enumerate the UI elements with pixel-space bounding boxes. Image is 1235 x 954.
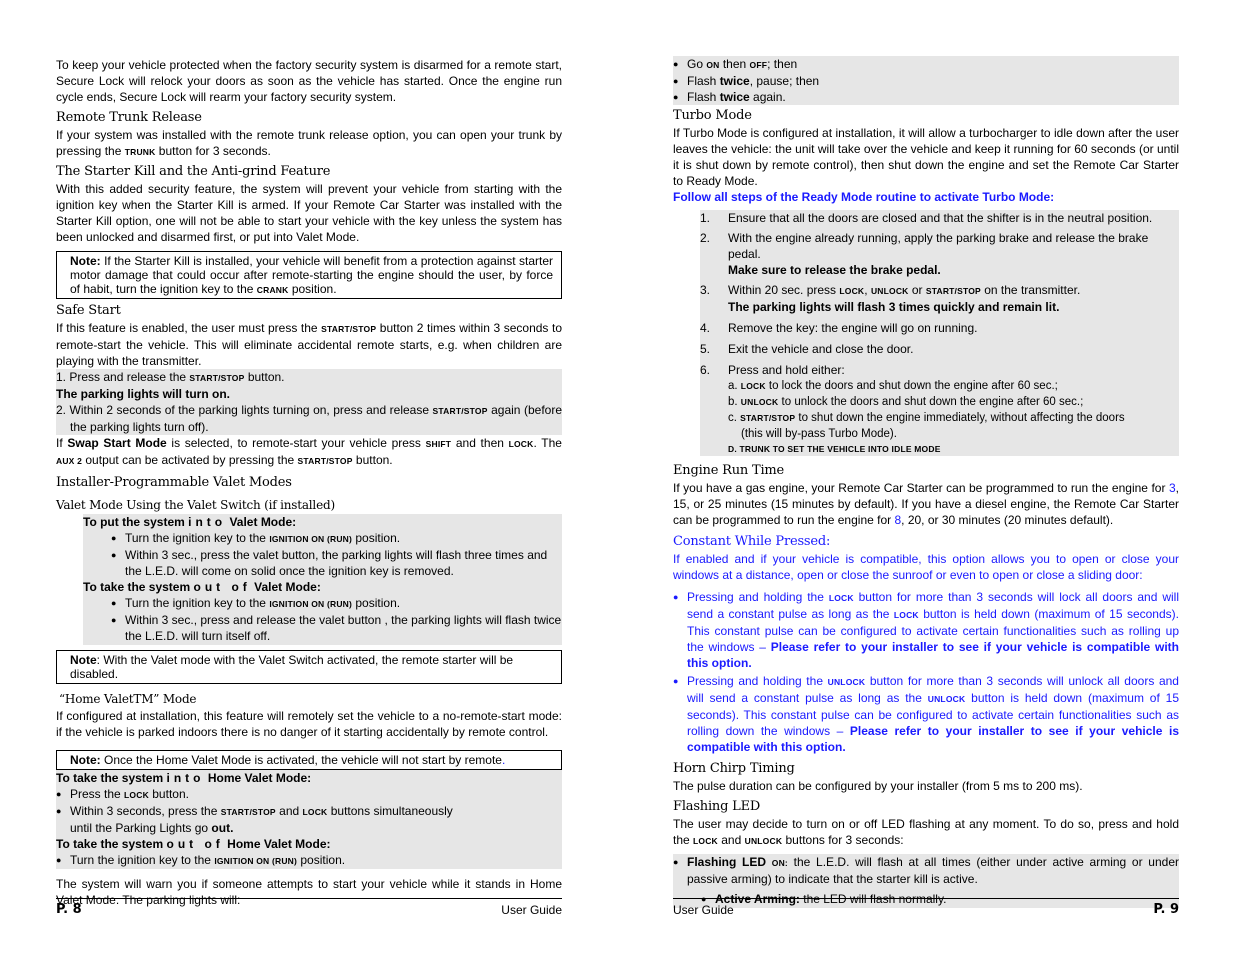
trunk-key: TRUNK <box>124 147 156 157</box>
home-valet-bullet-2: Within 3 seconds, press the START/STOP a… <box>56 803 562 836</box>
safe-start-steps: 1. Press and release the START/STOP butt… <box>56 369 562 435</box>
home-valet-bullet-3: Turn the ignition key to the IGNITION ON… <box>56 852 562 869</box>
turbo-option-c: c. START/STOP to shut down the engine im… <box>728 412 1125 424</box>
home-valet-instructions: To take the system into Home Valet Mode:… <box>56 770 562 869</box>
turbo-steps: 1. Ensure that all the doors are closed a… <box>700 210 1179 456</box>
safe-start-step-1-result: The parking lights will turn on. <box>56 387 230 401</box>
valet-into-title: To put the system into Valet Mode: <box>83 515 297 529</box>
heading-flashing-led: Flashing LED <box>673 799 761 814</box>
turbo-option-a: a. LOCK to lock the doors and shut down … <box>728 380 1058 392</box>
warn-bullet-1: Go ON then OFF; then <box>673 56 1179 73</box>
heading-safe-start: Safe Start <box>56 303 121 318</box>
swap-start-paragraph: If Swap Start Mode is selected, to remot… <box>56 436 562 467</box>
horn-paragraph: The pulse duration can be configured by … <box>673 779 1083 793</box>
warn-bullet-2: Flash twice, pause; then <box>673 73 1179 89</box>
turbo-instruction: Follow all steps of the Ready Mode routi… <box>673 190 1055 204</box>
page-9-footer: User Guide P. 9 <box>673 898 1179 923</box>
heading-home-valet: “Home ValetTM” Mode <box>59 692 197 706</box>
heading-engine-run-time: Engine Run Time <box>673 463 785 478</box>
home-valet-bullet-1: Press the LOCK button. <box>56 786 562 803</box>
heading-valet-modes: Installer-Programmable Valet Modes <box>56 475 292 490</box>
valet-out-title: To take the system out of Valet Mode: <box>83 580 321 594</box>
page-number: P. 9 <box>1153 902 1179 917</box>
valet-into-bullet-1: Turn the ignition key to the IGNITION ON… <box>111 530 562 547</box>
heading-remote-trunk-release: Remote Trunk Release <box>56 110 202 125</box>
page-number: P. 8 <box>56 902 82 917</box>
subheading-valet-switch: Valet Mode Using the Valet Switch (if in… <box>56 498 335 512</box>
trunk-paragraph: If your system was installed with the re… <box>56 128 562 158</box>
heading-horn-chirp-timing: Horn Chirp Timing <box>673 761 795 776</box>
footer-title: User Guide <box>501 903 562 917</box>
safe-start-paragraph: If this feature is enabled, the user mus… <box>56 321 562 368</box>
turbo-step-1: 1. Ensure that all the doors are closed a… <box>700 211 1153 225</box>
home-valet-paragraph: If configured at installation, this feat… <box>56 709 562 739</box>
home-valet-out-title: To take the system out of Home Valet Mod… <box>56 837 331 851</box>
turbo-step-5: 5. Exit the vehicle and close the door. <box>700 342 914 356</box>
starter-kill-paragraph: With this added security feature, the sy… <box>56 182 562 244</box>
led-bullet-on: Flashing LED ON: the L.E.D. will flash a… <box>673 854 1179 887</box>
valet-switch-instructions: To put the system into Valet Mode: Turn … <box>83 514 562 645</box>
constant-list: Pressing and holding the LOCK button for… <box>673 589 1179 755</box>
parking-lights-warning-list: Go ON then OFF; then Flash twice, pause;… <box>673 56 1179 105</box>
led-paragraph: The user may decide to turn on or off LE… <box>673 817 1179 847</box>
turbo-option-d: D. TRUNK TO SET THE VEHICLE INTO IDLE MO… <box>728 444 941 454</box>
home-valet-into-title: To take the system into Home Valet Mode: <box>56 771 312 785</box>
starter-kill-note: Note: If the Starter Kill is installed, … <box>56 251 562 299</box>
turbo-step-6: 6. Press and hold either: a. LOCK to loc… <box>700 363 1125 454</box>
valet-switch-note: Note: With the Valet mode with the Valet… <box>56 650 562 684</box>
intro-paragraph: To keep your vehicle protected when the … <box>56 58 562 104</box>
valet-out-bullet-1: Turn the ignition key to the IGNITION ON… <box>111 595 562 612</box>
turbo-option-b: b. UNLOCK to unlock the doors and shut d… <box>728 396 1084 408</box>
constant-paragraph: If enabled and if your vehicle is compat… <box>673 552 1179 582</box>
safe-start-step-1: 1. Press and release the START/STOP butt… <box>56 370 285 384</box>
turbo-step-2: 2. With the engine already running, apply… <box>700 231 1149 277</box>
engine-run-paragraph: If you have a gas engine, your Remote Ca… <box>673 481 1179 527</box>
heading-constant-while-pressed: Constant While Pressed: <box>673 534 831 549</box>
home-valet-note: Note: Once the Home Valet Mode is activa… <box>56 750 562 770</box>
footer-title: User Guide <box>673 903 734 917</box>
warn-bullet-3: Flash twice again. <box>673 89 1179 105</box>
constant-bullet-lock: Pressing and holding the LOCK button for… <box>673 589 1179 671</box>
turbo-paragraph: If Turbo Mode is configured at installat… <box>673 126 1179 188</box>
page-8-footer: P. 8 User Guide <box>56 898 562 923</box>
constant-bullet-unlock: Pressing and holding the UNLOCK button f… <box>673 673 1179 755</box>
heading-turbo-mode: Turbo Mode <box>673 108 752 123</box>
heading-starter-kill: The Starter Kill and the Anti-grind Feat… <box>56 164 331 179</box>
valet-out-bullet-2: Within 3 sec., press and release the val… <box>111 612 562 644</box>
valet-into-bullet-2: Within 3 sec., press the valet button, t… <box>111 547 562 579</box>
safe-start-step-2: 2. Within 2 seconds of the parking light… <box>56 403 562 434</box>
turbo-step-4: 4. Remove the key: the engine will go on … <box>700 321 978 335</box>
turbo-step-3: 3. Within 20 sec. press LOCK, UNLOCK or S… <box>700 283 1081 314</box>
